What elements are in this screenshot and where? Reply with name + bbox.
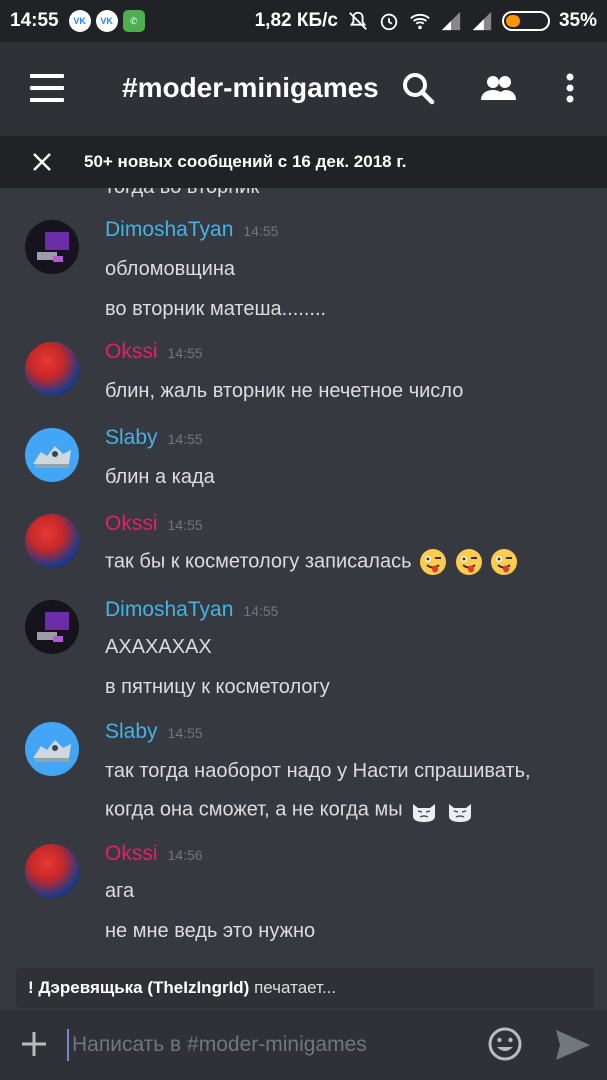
message-time: 14:55: [167, 725, 203, 741]
whatsapp-icon: ✆: [122, 10, 145, 32]
banner-text: 50+ новых сообщений с 16 дек. 2018 г.: [84, 152, 407, 171]
channel-header: #moder-minigames: [0, 42, 607, 136]
message-author[interactable]: DimoshaTyan 14:55: [105, 598, 278, 622]
message-line: во вторник матеша........: [105, 298, 327, 320]
author-name: Slaby: [105, 426, 158, 449]
avatar[interactable]: [25, 514, 79, 568]
message-author[interactable]: Okssi 14:55: [105, 512, 203, 536]
plus-icon[interactable]: [20, 1030, 48, 1058]
message-time: 14:55: [243, 223, 279, 239]
tongue-wink-emoji-icon: [491, 549, 518, 575]
message-line: блин а када: [105, 466, 215, 488]
alarm-icon: [380, 13, 398, 31]
message-author[interactable]: Slaby 14:55: [105, 426, 203, 450]
angry-cat-emoji-icon: [413, 804, 436, 822]
search-icon[interactable]: [398, 68, 438, 108]
angry-cat-emoji-icon: [448, 804, 471, 822]
send-icon[interactable]: [554, 1028, 592, 1062]
typing-user: ! Дэревящька (TheIzIngrId): [28, 978, 250, 997]
typing-indicator: ! Дэревящька (TheIzIngrId) печатает...: [16, 968, 594, 1008]
message-time: 14:56: [167, 847, 203, 863]
message-time: 14:55: [167, 345, 203, 361]
message-line: обломовщина: [105, 258, 235, 280]
status-bar: 14:55 VK VK ✆ 1,82 КБ/с 35%: [0, 0, 607, 42]
message-time: 14:55: [167, 517, 203, 533]
message-composer: [0, 1010, 607, 1080]
author-name: DimoshaTyan: [105, 598, 234, 621]
message-line: так бы к косметологу записалась: [105, 548, 518, 576]
message-line: в пятницу к косметологу: [105, 676, 330, 698]
message-author[interactable]: Okssi 14:56: [105, 842, 203, 866]
battery-icon: [501, 11, 550, 31]
menu-icon[interactable]: [30, 74, 64, 102]
message-author[interactable]: Slaby 14:55: [105, 720, 203, 744]
new-messages-banner[interactable]: 50+ новых сообщений с 16 дек. 2018 г.: [0, 136, 607, 188]
avatar[interactable]: [25, 428, 79, 482]
mute-icon: [349, 11, 367, 30]
message-author[interactable]: Okssi 14:55: [105, 340, 203, 364]
signal-icon: [472, 11, 492, 31]
message-line: так тогда наоборот надо у Насти спрашива…: [105, 760, 531, 782]
channel-title: #moder-minigames: [122, 72, 379, 103]
avatar[interactable]: [25, 844, 79, 898]
avatar[interactable]: [25, 722, 79, 776]
message-time: 14:55: [243, 603, 279, 619]
tongue-wink-emoji-icon: [420, 549, 447, 575]
message-line: блин, жаль вторник не нечетное число: [105, 380, 464, 402]
network-speed: 1,82 КБ/с: [254, 10, 338, 31]
message-list[interactable]: тогда во вторник DimoshaTyan 14:55 обломо…: [0, 188, 607, 968]
author-name: Okssi: [105, 512, 158, 535]
avatar[interactable]: [25, 600, 79, 654]
message-line: ага: [105, 880, 135, 902]
tongue-wink-emoji-icon: [455, 549, 482, 575]
signal-icon: [441, 11, 461, 31]
author-name: Okssi: [105, 842, 158, 865]
battery-level: [505, 15, 520, 27]
message-text: так бы к косметологу записалась: [105, 550, 412, 573]
typing-text: печатает...: [254, 978, 337, 997]
message-line: тогда во вторник: [105, 188, 259, 199]
message-line: АХАХАХАХ: [105, 636, 212, 658]
emoji-icon[interactable]: [487, 1026, 523, 1062]
message-line: когда она сможет, а не когда мы: [105, 796, 474, 824]
status-time: 14:55: [10, 10, 59, 31]
message-author[interactable]: DimoshaTyan 14:55: [105, 218, 278, 242]
close-icon[interactable]: [30, 150, 54, 174]
message-time: 14:55: [167, 431, 203, 447]
author-name: Okssi: [105, 340, 158, 363]
author-name: DimoshaTyan: [105, 218, 234, 241]
wifi-icon: [410, 13, 430, 30]
message-input[interactable]: [72, 1028, 452, 1062]
battery-percent: 35%: [558, 10, 597, 31]
avatar[interactable]: [25, 220, 79, 274]
more-icon[interactable]: [550, 68, 590, 108]
text-caret: [67, 1029, 69, 1061]
author-name: Slaby: [105, 720, 158, 743]
message-line: не мне ведь это нужно: [105, 920, 316, 942]
members-icon[interactable]: [478, 68, 518, 108]
avatar[interactable]: [25, 342, 79, 396]
message-text: когда она сможет, а не когда мы: [105, 798, 403, 821]
vk-icon: VK: [95, 10, 118, 32]
vk-icon: VK: [68, 10, 91, 32]
